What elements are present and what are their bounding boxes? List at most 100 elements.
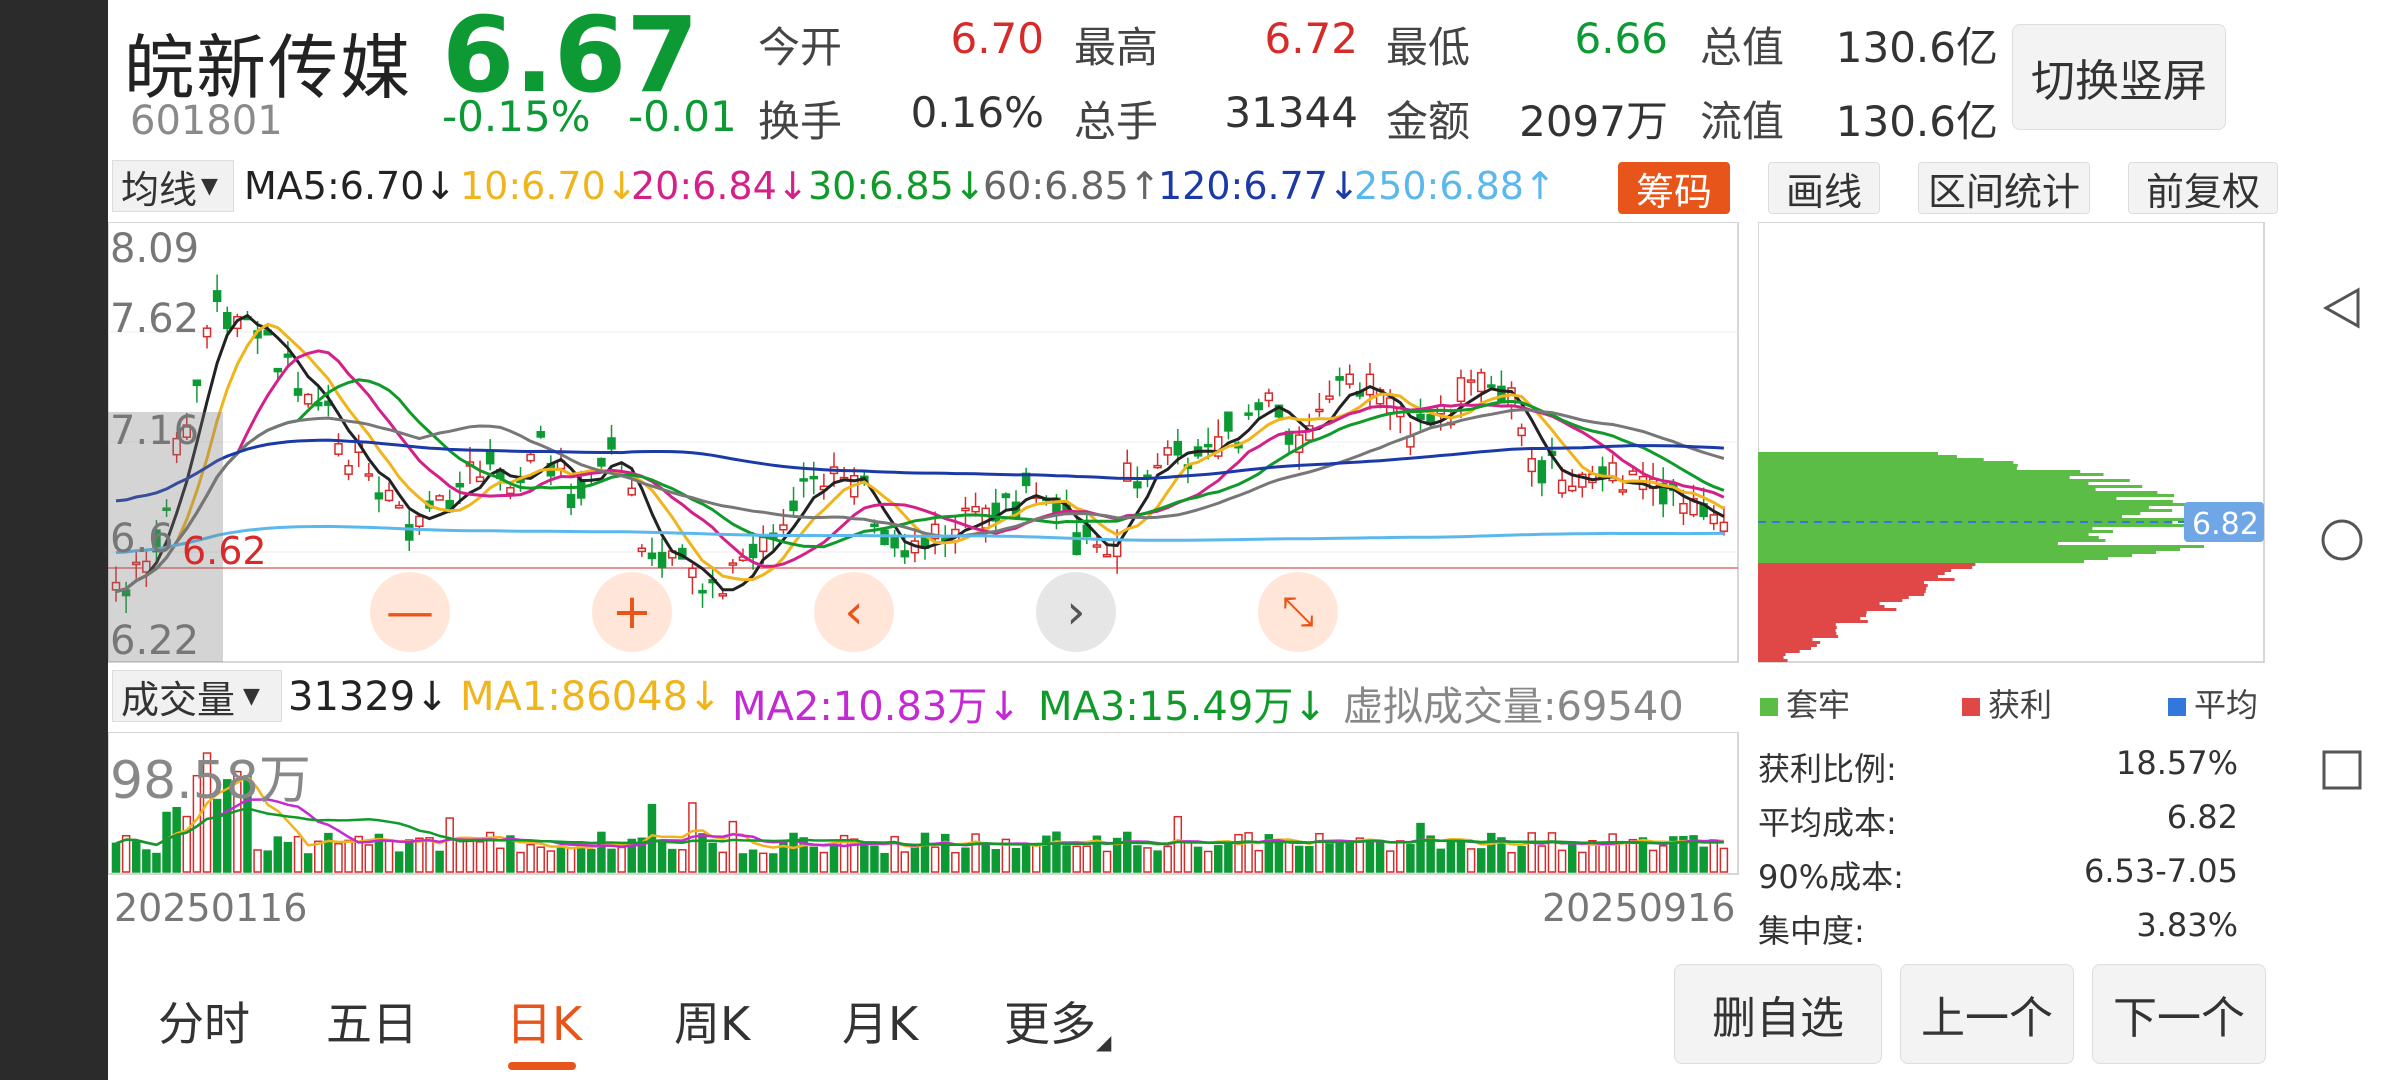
candle-body [799, 478, 808, 482]
chip-bar [1758, 641, 1821, 644]
volume-bar [1153, 850, 1162, 873]
volume-bar [425, 837, 434, 873]
volume-bar [293, 835, 303, 873]
active-tab-indicator [508, 1062, 576, 1070]
stat-label-low: 最低 [1386, 23, 1471, 72]
delete-watchlist-button[interactable]: 删自选 [1674, 964, 1882, 1064]
volume-bar [1578, 851, 1587, 873]
volume-chart-svg[interactable]: 98.58万 [108, 732, 1740, 876]
scroll-left-button[interactable]: ‹ [814, 572, 894, 652]
system-nav-bar [2282, 0, 2400, 1080]
volume-bar [1598, 844, 1607, 873]
volume-bar [718, 851, 727, 873]
tab-weekly-k[interactable]: 周K [674, 988, 750, 1054]
volume-bar [1537, 845, 1547, 873]
volume-bar [1234, 833, 1243, 873]
tab-monthly-k[interactable]: 月K [842, 988, 918, 1054]
tab-daily-k[interactable]: 日K [506, 988, 582, 1054]
home-icon[interactable] [2320, 518, 2364, 562]
cost-90-row: 90%成本: 6.53-7.05 [1758, 852, 2238, 896]
draw-line-button[interactable]: 画线 [1768, 162, 1880, 214]
candle-body [1345, 373, 1354, 385]
candle-body [1254, 402, 1263, 411]
range-stats-button[interactable]: 区间统计 [1918, 162, 2090, 214]
collapse-button[interactable]: ⤡ [1258, 572, 1338, 652]
kline-chart[interactable]: 8.09 7.62 7.16 6.6 6.22 6.62 [108, 222, 1740, 664]
candle-body [698, 589, 707, 594]
zoom-in-button[interactable]: + [592, 572, 672, 652]
volume-bar [1476, 848, 1486, 873]
ma250-value: 250:6.88↑ [1354, 164, 1556, 208]
stat-value-low: 6.66 [1574, 14, 1668, 63]
collapse-icon: ⤡ [1282, 589, 1314, 635]
volume-indicator-bar: 成交量 ▼ 31329↓ MA1:86048↓ MA2:10.83万↓ MA3:… [108, 670, 1748, 730]
price-tick-3: 7.16 [110, 408, 199, 454]
volume-bar [435, 850, 444, 873]
candle-body [1315, 408, 1324, 413]
candle-body [1537, 460, 1547, 484]
next-stock-button[interactable]: 下一个 [2092, 964, 2266, 1064]
volume-bar [1628, 838, 1638, 873]
candle-body [1709, 514, 1719, 525]
volume-chart[interactable]: 98.58万 [108, 732, 1740, 876]
kline-chart-svg[interactable]: 8.09 7.62 7.16 6.6 6.22 6.62 [108, 222, 1740, 664]
volume-bar [1193, 846, 1203, 873]
chips-button[interactable]: 筹码 [1618, 162, 1730, 214]
back-icon[interactable] [2320, 286, 2364, 330]
previous-stock-button[interactable]: 上一个 [1900, 964, 2074, 1064]
virtual-volume: 虚拟成交量:69540 [1343, 684, 1684, 730]
volume-bar [657, 840, 667, 873]
candle-body [1072, 532, 1081, 556]
chip-bar [1758, 524, 2195, 527]
volume-bar [708, 842, 717, 873]
scroll-right-button[interactable]: › [1036, 572, 1116, 652]
candle-body [758, 536, 768, 553]
volume-bar [172, 807, 181, 873]
candle-body [202, 327, 212, 338]
tab-intraday[interactable]: 分时 [158, 988, 250, 1054]
chip-bar [1758, 494, 2175, 497]
volume-bar [111, 842, 121, 873]
candle-body [1628, 470, 1638, 476]
volume-bar [1021, 845, 1031, 873]
chip-bar [1758, 455, 1957, 458]
volume-bar [587, 848, 596, 873]
volume-bar [900, 851, 910, 873]
volume-bar [526, 843, 535, 873]
volume-bar [809, 846, 819, 873]
tab-more[interactable]: 更多◢ [1004, 988, 1111, 1054]
adjust-price-button[interactable]: 前复权 [2128, 162, 2278, 214]
candle-body [870, 523, 879, 528]
switch-portrait-button[interactable]: 切换竖屏 [2012, 24, 2226, 130]
zoom-out-button[interactable]: — [370, 572, 450, 652]
volume-bar [880, 852, 889, 873]
tab-five-day[interactable]: 五日 [326, 988, 418, 1054]
chip-bar [1758, 611, 1867, 614]
chip-bar [1758, 545, 2204, 548]
ma10-value: 10:6.70↓ [460, 164, 638, 208]
candle-body [374, 492, 384, 500]
volume-bar [748, 849, 758, 873]
volume-bar [1203, 850, 1213, 873]
candle-body [688, 567, 697, 579]
volume-bar [1699, 846, 1708, 873]
candle-body [627, 487, 636, 496]
recents-icon[interactable] [2320, 748, 2364, 792]
candle-body [1476, 372, 1486, 393]
price-tick-top: 8.09 [110, 226, 199, 272]
candle-body [435, 495, 444, 501]
volume-bar [1547, 832, 1557, 873]
candle-body [384, 489, 394, 502]
avg-cost-row: 平均成本: 6.82 [1758, 798, 2238, 842]
volume-bar [1557, 849, 1567, 873]
chip-bar [1758, 584, 1928, 587]
candle-body [779, 524, 788, 531]
volume-bar [566, 847, 576, 873]
ma-type-dropdown[interactable]: 均线 ▼ [112, 160, 234, 212]
chip-bar [1758, 656, 1784, 659]
volume-type-dropdown[interactable]: 成交量 ▼ [112, 670, 282, 722]
candle-body [485, 449, 495, 465]
chip-bar [1758, 533, 2089, 536]
chevron-left-icon: ‹ [844, 584, 864, 640]
chip-bar [1758, 599, 1903, 602]
